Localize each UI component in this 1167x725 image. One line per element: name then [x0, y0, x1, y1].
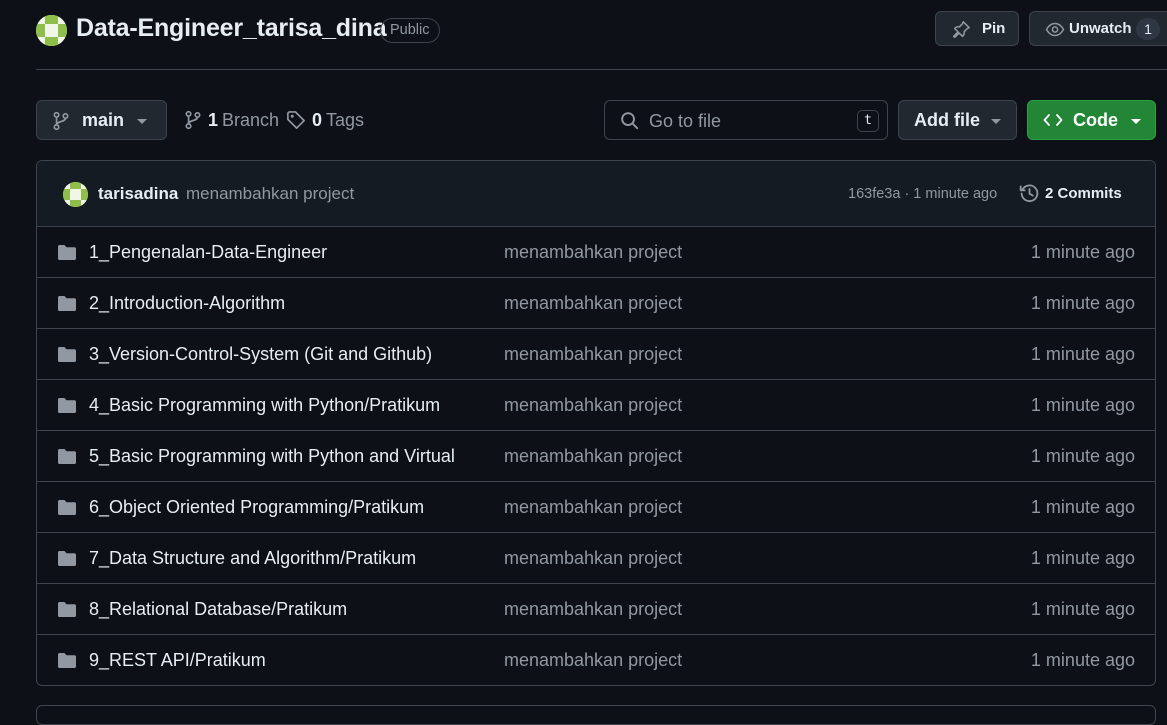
search-input[interactable]: [649, 110, 849, 132]
file-row[interactable]: 7_Data Structure and Algorithm/Pratikum m…: [37, 533, 1155, 584]
file-commit-time: 1 minute ago: [1030, 344, 1135, 364]
tags-label: Tags: [326, 109, 365, 130]
author-avatar[interactable]: [63, 182, 88, 207]
file-commit-time: 1 minute ago: [1030, 599, 1135, 619]
file-row[interactable]: 1_Pengenalan-Data-Engineer menambahkan pr…: [37, 227, 1155, 278]
file-name-link[interactable]: 7_Data Structure and Algorithm/Pratikum: [89, 548, 416, 569]
branch-name: main: [82, 110, 125, 130]
file-commit-message[interactable]: menambahkan project: [504, 293, 682, 314]
file-commit-time: 1 minute ago: [1030, 395, 1135, 415]
tags-link[interactable]: 0 Tags: [286, 100, 364, 140]
file-commit-message[interactable]: menambahkan project: [504, 344, 682, 365]
code-button[interactable]: Code: [1027, 100, 1156, 140]
file-commit-message[interactable]: menambahkan project: [504, 395, 682, 416]
visibility-badge: Public: [380, 18, 440, 43]
unwatch-label: Unwatch: [1069, 20, 1132, 37]
file-commit-time: 1 minute ago: [1030, 548, 1135, 568]
folder-icon: [58, 551, 76, 566]
branch-selector[interactable]: main: [36, 100, 167, 140]
file-commit-time: 1 minute ago: [1030, 242, 1135, 262]
file-row[interactable]: 6_Object Oriented Programming/Pratikum me…: [37, 482, 1155, 533]
branches-link[interactable]: 1 Branch: [184, 100, 279, 140]
git-branch-icon: [53, 111, 69, 131]
add-file-label: Add file: [914, 110, 980, 130]
file-browser: tarisadina menambahkan project 163fe3a ·…: [36, 160, 1156, 686]
branches-label: Branch: [222, 109, 280, 130]
header-divider: [36, 69, 1167, 70]
file-row[interactable]: 9_REST API/Pratikum menambahkan project 1 …: [37, 635, 1155, 685]
latest-commit-bar: tarisadina menambahkan project 163fe3a ·…: [37, 161, 1155, 227]
file-commit-time: 1 minute ago: [1030, 293, 1135, 313]
folder-icon: [58, 500, 76, 515]
repo-name-link[interactable]: Data-Engineer_tarisa_dina: [76, 14, 387, 43]
file-commit-time: 1 minute ago: [1030, 650, 1135, 670]
file-name-link[interactable]: 8_Relational Database/Pratikum: [89, 599, 347, 620]
keyboard-shortcut-hint: t: [857, 110, 879, 132]
file-commit-time: 1 minute ago: [1030, 497, 1135, 517]
folder-icon: [58, 449, 76, 464]
file-name-link[interactable]: 4_Basic Programming with Python/Pratikum: [89, 395, 440, 416]
code-label: Code: [1073, 110, 1118, 130]
folder-icon: [58, 653, 76, 668]
folder-icon: [58, 398, 76, 413]
chevron-down-icon: [991, 119, 1001, 124]
folder-icon: [58, 296, 76, 311]
commit-author[interactable]: tarisadina: [98, 184, 178, 204]
history-icon: [1019, 184, 1039, 203]
file-name-link[interactable]: 5_Basic Programming with Python and Virt…: [89, 446, 461, 467]
file-commit-message[interactable]: menambahkan project: [504, 548, 682, 569]
file-commit-message[interactable]: menambahkan project: [504, 497, 682, 518]
owner-avatar[interactable]: [36, 15, 67, 46]
pin-label: Pin: [982, 20, 1006, 37]
file-commit-message[interactable]: menambahkan project: [504, 446, 682, 467]
search-icon: [621, 112, 639, 130]
tag-icon: [287, 111, 305, 129]
watch-counter: 1: [1136, 18, 1160, 40]
add-file-button[interactable]: Add file: [898, 100, 1017, 140]
chevron-down-icon: [137, 119, 147, 124]
readme-box: [36, 705, 1156, 725]
pin-button[interactable]: Pin: [935, 11, 1019, 46]
file-name-link[interactable]: 1_Pengenalan-Data-Engineer: [89, 242, 327, 263]
code-icon: [1043, 114, 1063, 126]
file-row[interactable]: 2_Introduction-Algorithm menambahkan proj…: [37, 278, 1155, 329]
file-commit-message[interactable]: menambahkan project: [504, 242, 682, 263]
tags-count: 0: [312, 109, 323, 130]
go-to-file-search[interactable]: [604, 100, 888, 140]
folder-icon: [58, 347, 76, 362]
branches-count: 1: [208, 109, 219, 130]
file-row[interactable]: 5_Basic Programming with Python and Virt…: [37, 431, 1155, 482]
file-row[interactable]: 8_Relational Database/Pratikum menambahka…: [37, 584, 1155, 635]
file-name-link[interactable]: 9_REST API/Pratikum: [89, 650, 266, 671]
commits-link[interactable]: 2 Commits: [1045, 185, 1122, 202]
file-name-link[interactable]: 6_Object Oriented Programming/Pratikum: [89, 497, 424, 518]
file-commit-message[interactable]: menambahkan project: [504, 599, 682, 620]
commit-hash-time[interactable]: 163fe3a · 1 minute ago: [848, 186, 997, 202]
file-row[interactable]: 3_Version-Control-System (Git and Github…: [37, 329, 1155, 380]
unwatch-button[interactable]: Unwatch 1: [1029, 11, 1167, 46]
file-commit-message[interactable]: menambahkan project: [504, 650, 682, 671]
pin-icon: [952, 21, 970, 39]
chevron-down-icon: [1131, 119, 1141, 124]
eye-icon: [1045, 22, 1065, 37]
file-name-link[interactable]: 2_Introduction-Algorithm: [89, 293, 285, 314]
git-branch-icon: [185, 110, 201, 130]
file-row[interactable]: 4_Basic Programming with Python/Pratikum…: [37, 380, 1155, 431]
file-commit-time: 1 minute ago: [1030, 446, 1135, 466]
folder-icon: [58, 245, 76, 260]
file-name-link[interactable]: 3_Version-Control-System (Git and Github…: [89, 344, 432, 365]
repo-header: Data-Engineer_tarisa_dina Public Pin Unw…: [0, 0, 1167, 70]
folder-icon: [58, 602, 76, 617]
commit-message[interactable]: menambahkan project: [186, 184, 354, 204]
